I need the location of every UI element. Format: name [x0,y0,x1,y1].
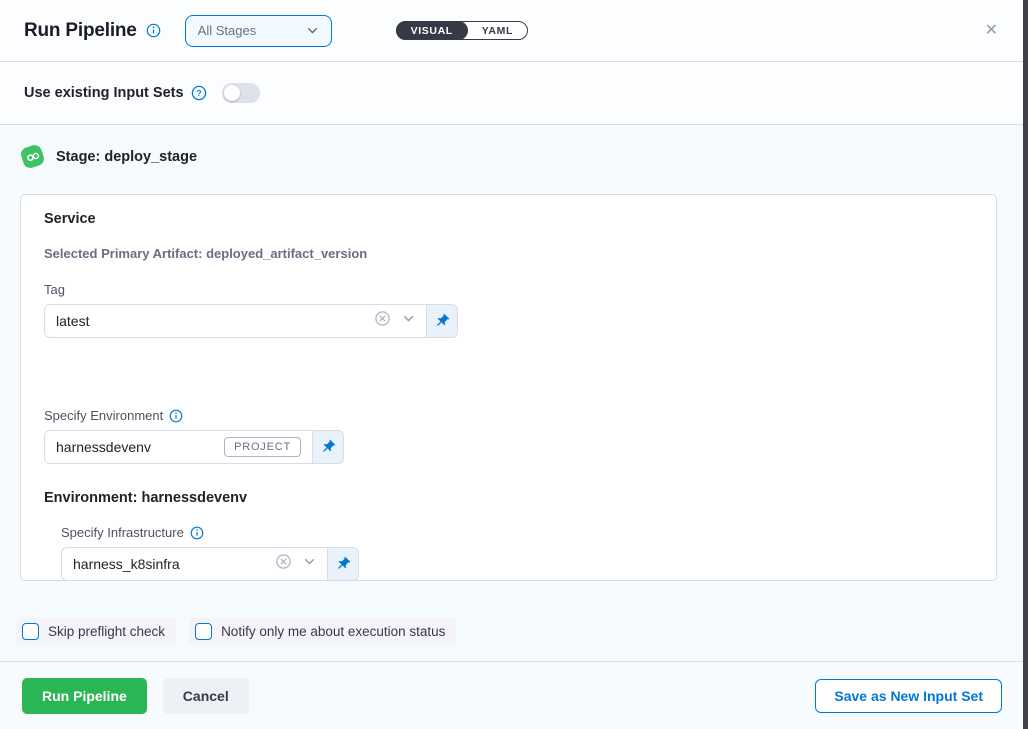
visual-yaml-toggle: VISUAL YAML [396,21,528,40]
service-title: Service [44,211,972,227]
cancel-button[interactable]: Cancel [163,678,249,714]
modal-body: Stage: deploy_stage Service Selected Pri… [0,125,1028,661]
infrastructure-input-group [61,547,359,581]
stage-scope-dropdown[interactable]: All Stages [185,15,332,47]
chevron-down-icon[interactable] [402,312,415,330]
pin-icon[interactable] [312,431,343,463]
tab-visual[interactable]: VISUAL [396,21,468,40]
modal-footer: Run Pipeline Cancel Save as New Input Se… [0,661,1028,729]
cd-stage-icon [19,143,45,169]
info-icon[interactable] [190,526,204,540]
clear-icon[interactable] [275,553,292,575]
tag-input[interactable] [45,305,374,337]
skip-preflight-label: Skip preflight check [48,624,165,639]
clear-icon[interactable] [374,310,391,332]
help-icon[interactable]: ? [191,85,207,101]
backdrop-edge [1023,0,1028,729]
environment-label: Specify Environment [44,408,972,423]
modal-header: Run Pipeline All Stages VISUAL YAML ✕ [0,0,1028,62]
service-card: Service Selected Primary Artifact: deplo… [20,194,997,581]
environment-heading: Environment: harnessdevenv [44,490,972,506]
run-pipeline-button[interactable]: Run Pipeline [22,678,147,714]
environment-input[interactable] [45,431,224,463]
run-pipeline-modal: Run Pipeline All Stages VISUAL YAML ✕ Us… [0,0,1028,729]
input-sets-row: Use existing Input Sets ? [0,62,1028,125]
scope-badge: PROJECT [224,437,301,457]
input-sets-label: Use existing Input Sets [24,85,184,101]
chevron-down-icon[interactable] [303,555,316,573]
tag-input-group [44,304,458,338]
options-row: Skip preflight check Notify only me abou… [16,618,997,645]
environment-input-group: PROJECT [44,430,344,464]
infrastructure-section: Specify Infrastructure [61,525,972,581]
selected-artifact-text: Selected Primary Artifact: deployed_arti… [44,246,972,261]
infrastructure-label: Specify Infrastructure [61,525,972,540]
infrastructure-input[interactable] [62,548,275,580]
notify-me-checkbox[interactable] [195,623,212,640]
svg-text:?: ? [196,88,201,98]
pin-icon[interactable] [327,548,358,580]
input-sets-toggle[interactable] [222,83,260,103]
stage-row: Stage: deploy_stage [22,146,997,167]
save-as-new-input-set-button[interactable]: Save as New Input Set [815,679,1002,713]
chevron-down-icon [306,24,319,37]
info-icon[interactable] [169,409,183,423]
stage-scope-value: All Stages [198,23,257,38]
skip-preflight-option[interactable]: Skip preflight check [16,618,176,645]
page-title: Run Pipeline [24,20,137,42]
tag-label: Tag [44,282,972,297]
toggle-knob [224,85,240,101]
pin-icon[interactable] [426,305,457,337]
stage-heading: Stage: deploy_stage [56,149,197,165]
info-icon[interactable] [146,23,161,38]
notify-me-option[interactable]: Notify only me about execution status [189,618,456,645]
skip-preflight-checkbox[interactable] [22,623,39,640]
tab-yaml[interactable]: YAML [467,21,528,40]
notify-me-label: Notify only me about execution status [221,624,445,639]
close-icon[interactable]: ✕ [981,19,1002,43]
